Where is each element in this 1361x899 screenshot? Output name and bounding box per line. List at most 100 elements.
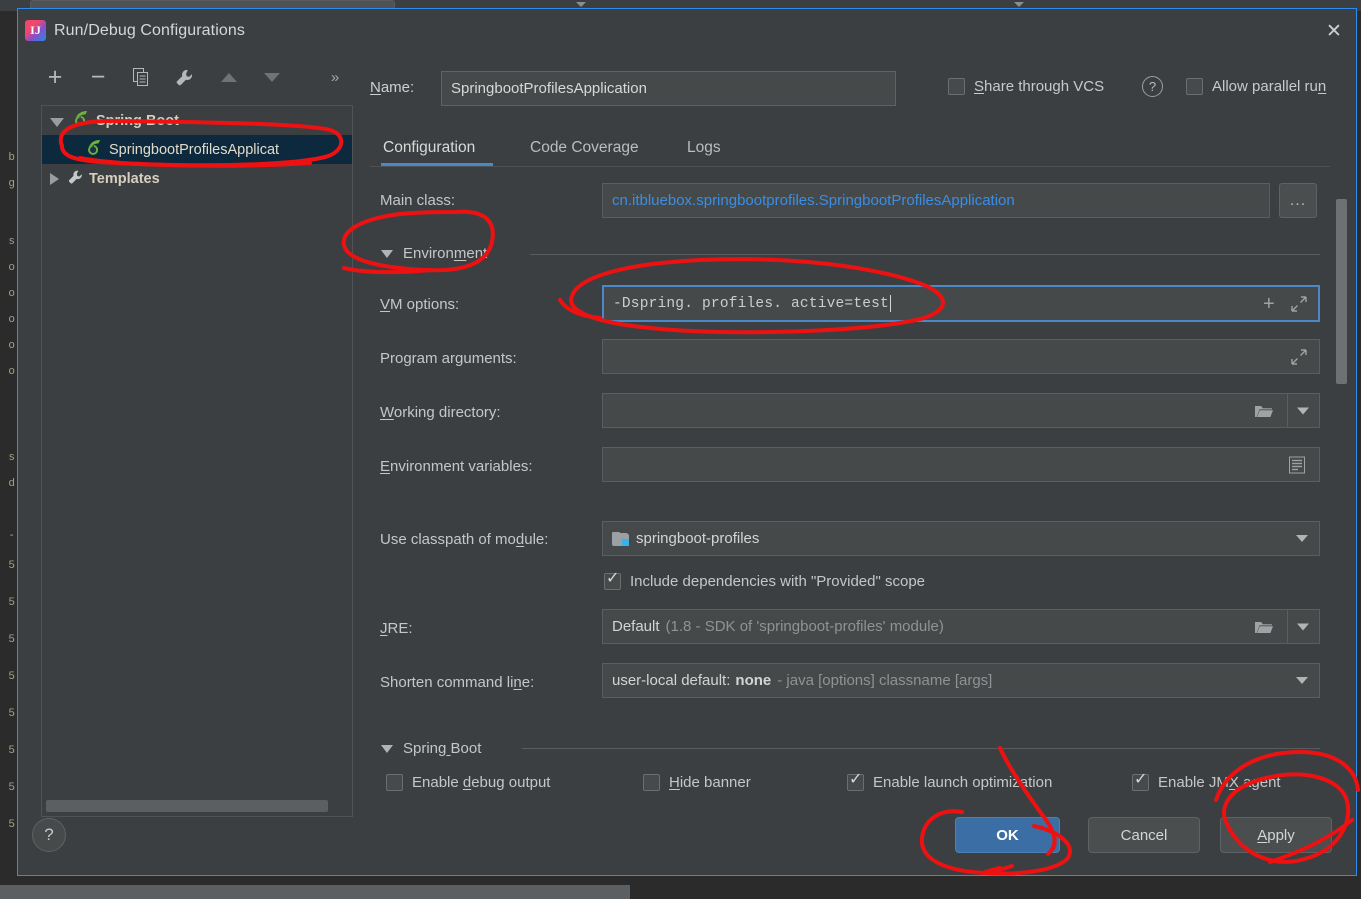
jre-dropdown-icon[interactable] [1297, 623, 1309, 631]
share-through-vcs-label: Share through VCS [974, 78, 1105, 95]
working-directory-dropdown-icon[interactable] [1297, 407, 1309, 415]
springboot-section-label: Spring Boot [403, 740, 482, 757]
jre-combo[interactable]: Default (1.8 - SDK of 'springboot-profil… [602, 609, 1320, 644]
ide-gutter-line: 5 [8, 819, 15, 831]
field-separator [1287, 394, 1288, 427]
triangle-down-icon[interactable] [257, 61, 287, 93]
intellij-idea-icon: IJ [25, 20, 46, 41]
environment-section-header[interactable]: Environment [381, 245, 487, 262]
working-directory-folder-icon[interactable] [1254, 403, 1274, 419]
enable-jmx-agent-label: Enable JMX agent [1158, 774, 1281, 791]
configuration-name-input[interactable] [441, 71, 896, 106]
tree-node-templates[interactable]: Templates [42, 164, 352, 193]
ide-gutter-line: 5 [8, 745, 15, 757]
copy-icon[interactable] [126, 61, 156, 93]
working-directory-field[interactable] [602, 393, 1320, 428]
main-class-value: cn.itbluebox.springbootprofiles.Springbo… [612, 192, 1015, 209]
tree-node-label: SpringbootProfilesApplicat [109, 141, 280, 158]
shorten-command-line-prefix: user-local default: [612, 672, 731, 689]
wrench-icon[interactable] [169, 61, 199, 93]
triangle-down-icon[interactable] [381, 744, 393, 753]
allow-parallel-run-checkbox[interactable]: Allow parallel run [1186, 78, 1326, 95]
environment-section-label: Environment [403, 245, 488, 262]
enable-jmx-agent-checkbox[interactable]: Enable JMX agent [1132, 771, 1281, 791]
ide-gutter-line: s [8, 452, 15, 464]
tab-code-coverage[interactable]: Code Coverage [528, 129, 641, 167]
tree-node-spring-boot[interactable]: Spring Boot [42, 106, 352, 135]
checkbox-box[interactable] [1132, 771, 1149, 791]
ide-gutter-line: 5 [8, 597, 15, 609]
close-icon[interactable]: ✕ [1320, 17, 1348, 45]
program-arguments-field[interactable] [602, 339, 1320, 374]
copy-icon-glyph [133, 68, 148, 86]
jre-folder-icon[interactable] [1254, 619, 1274, 635]
checkbox-box[interactable] [604, 570, 621, 590]
chevron-double-right-icon[interactable]: » [320, 61, 350, 93]
program-arguments-label: Program arguments: [380, 350, 517, 367]
vm-options-value: -Dspring. profiles. active=test [613, 295, 889, 312]
classpath-module-label: Use classpath of module: [380, 531, 549, 548]
environment-variables-field[interactable] [602, 447, 1320, 482]
active-tab-indicator [381, 163, 493, 166]
ide-gutter-line: o [8, 366, 15, 378]
ide-gutter-line: o [8, 262, 15, 274]
chevron-down-icon [576, 2, 586, 7]
enable-debug-output-checkbox[interactable]: Enable debug output [386, 774, 550, 791]
text-caret [889, 295, 891, 312]
springboot-section-header[interactable]: Spring Boot [381, 740, 481, 757]
working-directory-label: Working directory: [380, 404, 501, 421]
ide-gutter-line: 5 [8, 560, 15, 572]
vm-options-add-icon[interactable]: + [1263, 294, 1275, 314]
module-folder-icon [612, 531, 629, 546]
ok-button[interactable]: OK [955, 817, 1060, 853]
form-scrollbar-thumb[interactable] [1336, 199, 1347, 384]
cancel-button[interactable]: Cancel [1088, 817, 1200, 853]
triangle-right-icon[interactable] [50, 172, 59, 185]
ide-gutter-line: s [8, 236, 15, 248]
minus-icon[interactable]: − [83, 61, 113, 93]
checkbox-box[interactable] [1186, 78, 1203, 95]
triangle-down-icon[interactable] [381, 249, 393, 258]
dialog-title-bar: IJ Run/Debug Configurations ✕ [18, 9, 1356, 54]
classpath-module-value: springboot-profiles [636, 530, 760, 547]
help-button[interactable]: ? [32, 818, 66, 852]
main-class-field[interactable]: cn.itbluebox.springbootprofiles.Springbo… [602, 183, 1270, 218]
ellipsis-icon: ... [1289, 191, 1307, 209]
enable-launch-optimization-checkbox[interactable]: Enable launch optimization [847, 771, 1052, 791]
chevron-down-icon[interactable] [1286, 523, 1318, 554]
tree-node-label: Spring Boot [96, 112, 179, 129]
vm-options-label: VM options: [380, 296, 460, 313]
tab-logs[interactable]: Logs [685, 129, 723, 167]
program-arguments-expand-icon[interactable] [1291, 349, 1307, 365]
checkbox-box[interactable] [643, 774, 660, 791]
shorten-command-line-label: Shorten command line: [380, 674, 535, 691]
include-provided-scope-checkbox[interactable]: Include dependencies with "Provided" sco… [604, 570, 925, 590]
tree-horizontal-scrollbar[interactable] [46, 800, 328, 812]
triangle-down-icon[interactable] [50, 117, 64, 127]
tab-configuration[interactable]: Configuration [381, 129, 477, 167]
plus-icon[interactable]: + [40, 61, 70, 93]
vm-options-expand-icon[interactable] [1291, 296, 1307, 312]
shorten-command-line-combo[interactable]: user-local default: none - java [options… [602, 663, 1320, 698]
hide-banner-label: Hide banner [669, 774, 751, 791]
apply-button[interactable]: Apply [1220, 817, 1332, 853]
run-debug-configurations-dialog: IJ Run/Debug Configurations ✕ + − » Spri… [17, 8, 1357, 876]
main-class-browse-button[interactable]: ... [1279, 183, 1317, 218]
tree-node-springboot-profiles-application[interactable]: SpringbootProfilesApplicat [42, 135, 352, 164]
checkbox-box[interactable] [948, 78, 965, 95]
environment-variables-list-icon[interactable] [1289, 456, 1305, 474]
enable-debug-output-label: Enable debug output [412, 774, 551, 791]
checkbox-box[interactable] [386, 774, 403, 791]
share-through-vcs-checkbox[interactable]: Share through VCS [948, 78, 1104, 95]
checkbox-box[interactable] [847, 771, 864, 791]
ide-gutter-line: 5 [8, 634, 15, 646]
chevron-down-icon[interactable] [1286, 665, 1318, 696]
section-divider [530, 254, 1320, 255]
hide-banner-checkbox[interactable]: Hide banner [643, 774, 751, 791]
classpath-module-combo[interactable]: springboot-profiles [602, 521, 1320, 556]
question-circle-icon[interactable]: ? [1142, 76, 1163, 97]
triangle-up-icon[interactable] [214, 61, 244, 93]
configuration-tabs: Configuration Code Coverage Logs [370, 129, 1330, 167]
vm-options-field[interactable]: -Dspring. profiles. active=test [602, 285, 1320, 322]
ide-status-bar [0, 885, 630, 899]
